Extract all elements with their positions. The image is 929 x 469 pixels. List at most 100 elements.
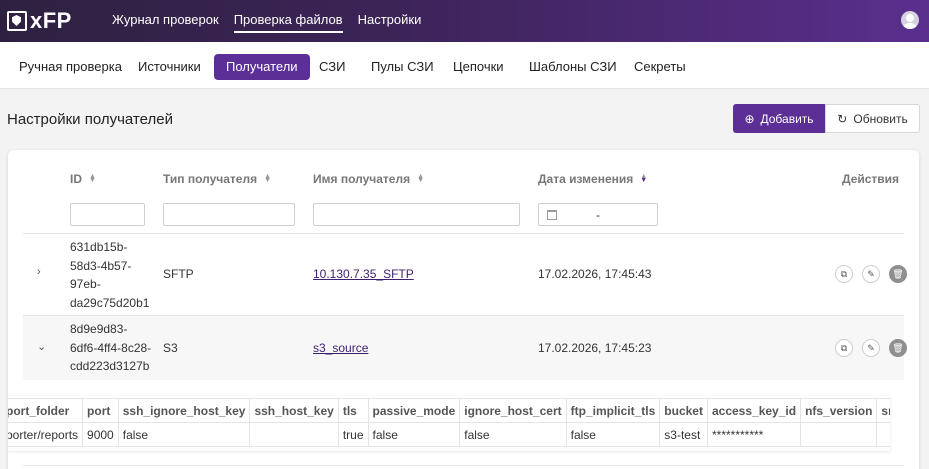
detail-header: access_key_id (706, 398, 802, 423)
tab-sources[interactable]: Источники (126, 54, 213, 80)
detail-value: false (367, 422, 461, 447)
row-actions: ⧉ ✎ 🗑 (835, 265, 907, 283)
recipients-table-card: ID ▲ ▼ Тип получателя ▲ ▼ Имя получателя ▲… (8, 150, 919, 469)
refresh-button-label: Обновить (853, 111, 908, 126)
column-header-type[interactable]: Тип получателя ▲ ▼ (163, 172, 271, 186)
tab-secrets[interactable]: Секреты (622, 54, 698, 80)
row-actions: ⧉ ✎ 🗑 (835, 339, 907, 357)
sort-icon[interactable]: ▲ ▼ (264, 173, 271, 184)
row-id: 8d9e9d83- 6df6-4ff4-8c28- cdd223d3127b (70, 320, 160, 376)
add-button-label: Добавить (760, 111, 814, 126)
column-header-label: Имя получателя (313, 172, 411, 186)
details-grid: port_folder port ssh_ignore_host_key ssh… (8, 398, 890, 447)
logo-text: xFP (30, 8, 72, 33)
detail-header: nfs_version (800, 398, 878, 423)
settings-tabs: Ручная проверка Источники Получатели СЗИ… (0, 42, 929, 89)
tab-manual-check[interactable]: Ручная проверка (7, 54, 134, 80)
detail-value (800, 422, 878, 447)
add-button[interactable]: ⊕ Добавить (733, 104, 825, 133)
detail-value (249, 422, 339, 447)
detail-value: true (337, 422, 369, 447)
detail-header: ftp_implicit_tls (565, 398, 661, 423)
tab-chains[interactable]: Цепочки (441, 54, 516, 80)
column-header-label: ID (70, 172, 82, 186)
nav-item-file-check[interactable]: Проверка файлов (233, 12, 343, 33)
sort-desc-icon[interactable]: ▲ ▼ (640, 173, 647, 184)
edit-icon[interactable]: ✎ (862, 265, 880, 283)
tab-recipients[interactable]: Получатели (214, 54, 310, 80)
filter-id-input[interactable] (70, 203, 145, 226)
top-navigation-bar: xFP Журнал проверок Проверка файлов Наст… (0, 0, 929, 42)
recipient-details-table: port_folder port ssh_ignore_host_key ssh… (8, 396, 890, 451)
copy-icon[interactable]: ⧉ (835, 265, 853, 283)
detail-value: 9000 (82, 422, 119, 447)
user-avatar-icon[interactable] (901, 11, 919, 29)
chevron-right-icon[interactable]: › (37, 266, 41, 278)
column-header-name[interactable]: Имя получателя ▲ ▼ (313, 172, 424, 186)
detail-header: bucket (659, 398, 708, 423)
filter-name-input[interactable] (313, 203, 520, 226)
column-header-label: Дата изменения (538, 172, 634, 186)
divider (23, 465, 904, 466)
detail-header: smb_version (876, 398, 890, 423)
edit-icon[interactable]: ✎ (862, 339, 880, 357)
nav-item-check-log[interactable]: Журнал проверок (112, 12, 219, 33)
detail-header: ssh_ignore_host_key (117, 398, 251, 423)
detail-header: port_folder (8, 398, 84, 423)
row-id-line: 8d9e9d83- (70, 322, 128, 336)
row-id-line: 58d3-4b57- (70, 258, 132, 273)
tab-szi-templates[interactable]: Шаблоны СЗИ (517, 54, 629, 80)
app-logo[interactable]: xFP (7, 8, 72, 33)
detail-value: false (565, 422, 661, 447)
detail-value: false (459, 422, 567, 447)
column-header-id[interactable]: ID ▲ ▼ (70, 172, 96, 186)
filter-date-range[interactable]: - (538, 203, 658, 226)
nav-item-settings[interactable]: Настройки (358, 12, 422, 33)
detail-header: tls (337, 398, 369, 423)
detail-value: porter/reports (8, 422, 84, 447)
sort-icon[interactable]: ▲ ▼ (89, 173, 96, 184)
detail-value: false (117, 422, 251, 447)
date-range-separator: - (596, 208, 600, 222)
row-id: 631db15b- 58d3-4b57- 97eb- da29c75d20b1 (70, 238, 150, 312)
calendar-icon (547, 209, 557, 220)
row-id-line: 97eb- (70, 277, 101, 291)
copy-icon[interactable]: ⧉ (835, 339, 853, 357)
filter-type-input[interactable] (163, 203, 295, 226)
delete-icon[interactable]: 🗑 (889, 339, 907, 357)
detail-header: passive_mode (367, 398, 461, 423)
row-name-link[interactable]: 10.130.7.35_SFTP (313, 265, 414, 284)
row-id-line: 631db15b- (70, 240, 128, 254)
row-date: 17.02.2026, 17:45:43 (538, 267, 652, 281)
row-id-line: cdd223d3127b (70, 359, 150, 373)
tab-szi[interactable]: СЗИ (307, 54, 357, 80)
chevron-down-icon[interactable]: ⌄ (37, 340, 46, 353)
detail-value (876, 422, 890, 447)
plus-circle-icon: ⊕ (744, 111, 755, 126)
column-header-date[interactable]: Дата изменения ▲ ▼ (538, 172, 647, 186)
detail-header: port (82, 398, 119, 423)
row-name-link[interactable]: s3_source (313, 339, 368, 358)
row-type: SFTP (163, 267, 194, 281)
main-nav: Журнал проверок Проверка файлов Настройк… (112, 12, 436, 33)
detail-value: s3-test (659, 422, 708, 447)
row-id-line: da29c75d20b1 (70, 295, 150, 310)
column-header-label: Действия (842, 172, 900, 186)
table-row[interactable]: › 631db15b- 58d3-4b57- 97eb- da29c75d20b… (23, 234, 907, 315)
detail-value: *********** (706, 422, 802, 447)
row-date: 17.02.2026, 17:45:23 (538, 341, 652, 355)
detail-header: ignore_host_cert (459, 398, 567, 423)
delete-icon[interactable]: 🗑 (889, 265, 907, 283)
row-id-line: 6df6-4ff4-8c28- (70, 340, 152, 355)
column-header-label: Тип получателя (163, 172, 258, 186)
detail-header: ssh_host_key (249, 398, 339, 423)
page-title: Настройки получателей (7, 111, 173, 128)
refresh-button[interactable]: ↻ Обновить (825, 104, 920, 133)
tab-szi-pools[interactable]: Пулы СЗИ (359, 54, 446, 80)
row-type: S3 (163, 341, 178, 355)
shield-logo-icon (7, 11, 27, 31)
refresh-icon: ↻ (837, 111, 848, 126)
sort-icon[interactable]: ▲ ▼ (417, 173, 424, 184)
column-header-actions: Действия (842, 172, 899, 186)
table-row[interactable]: ⌄ 8d9e9d83- 6df6-4ff4-8c28- cdd223d3127b… (23, 316, 907, 380)
